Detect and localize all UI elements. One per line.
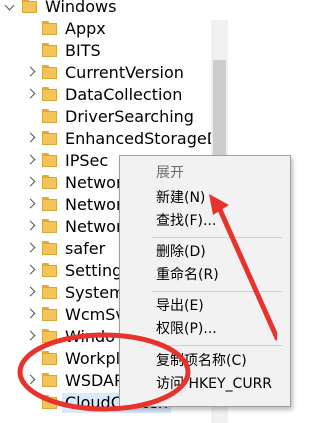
chevron-right-icon[interactable] [25, 264, 36, 275]
menu-item-new[interactable]: 新建(N) [120, 187, 290, 209]
tree-item-label: DriverSearching [65, 107, 194, 126]
folder-icon [42, 307, 58, 322]
tree-item-label: Networ [65, 217, 123, 236]
tree-item[interactable]: BITS [0, 40, 277, 62]
folder-icon [42, 153, 58, 168]
tree-item-label: WcmSv [65, 305, 125, 324]
tree-item-label: EnhancedStorageDe [65, 129, 229, 148]
tree-item[interactable]: EnhancedStorageDe [0, 128, 277, 150]
tree-item[interactable]: DataCollection [0, 84, 277, 106]
tree-item[interactable]: DriverSearching [0, 106, 277, 128]
chevron-right-icon[interactable] [25, 132, 36, 143]
tree-item-label: safer [65, 239, 106, 258]
tree-item-label: System [65, 283, 125, 302]
folder-icon [42, 43, 58, 58]
folder-icon [42, 373, 58, 388]
tree-item-label: Setting [65, 261, 123, 280]
chevron-right-icon[interactable] [25, 220, 36, 231]
tree-item-label: Windo [65, 327, 115, 346]
tree-item-label: IPSec [65, 151, 109, 170]
chevron-right-icon[interactable] [25, 308, 36, 319]
tree-item[interactable]: CurrentVersion [0, 62, 277, 84]
chevron-right-icon[interactable] [25, 374, 36, 385]
chevron-right-icon[interactable] [25, 198, 36, 209]
scrollbar-thumb[interactable] [213, 60, 226, 170]
folder-icon [42, 219, 58, 234]
folder-icon [42, 263, 58, 278]
folder-icon [42, 131, 58, 146]
menu-item-copy-key-name[interactable]: 复制项名称(C) [120, 350, 290, 372]
menu-item-export[interactable]: 导出(E) [120, 295, 290, 317]
tree-item-label: Windows [45, 0, 117, 16]
chevron-right-icon[interactable] [25, 176, 36, 187]
chevron-down-icon[interactable] [4, 0, 15, 11]
menu-separator [152, 345, 282, 346]
folder-icon [42, 285, 58, 300]
tree-item-label: Appx [65, 19, 106, 38]
chevron-right-icon[interactable] [25, 242, 36, 253]
folder-icon [42, 109, 58, 124]
chevron-right-icon[interactable] [25, 330, 36, 341]
tree-item-root[interactable]: Windows [0, 0, 277, 18]
tree-item-label: CurrentVersion [65, 63, 184, 82]
menu-item-rename[interactable]: 重命名(R) [120, 264, 290, 286]
menu-separator [152, 237, 282, 238]
folder-icon [42, 87, 58, 102]
folder-icon [42, 197, 58, 212]
folder-icon [22, 0, 38, 14]
chevron-right-icon[interactable] [25, 154, 36, 165]
tree-item-label: Networ [65, 173, 123, 192]
tree-item-label: DataCollection [65, 85, 183, 104]
menu-item-find[interactable]: 查找(F)... [120, 210, 290, 232]
folder-icon [42, 351, 58, 366]
chevron-right-icon[interactable] [25, 286, 36, 297]
menu-item-visit[interactable]: 访问 HKEY_CURR [120, 373, 290, 395]
menu-item-expand[interactable]: 展开 [120, 162, 290, 184]
tree-item-label: Networ [65, 195, 123, 214]
menu-item-permissions[interactable]: 权限(P)... [120, 318, 290, 340]
tree-item-label: WSDAP [65, 371, 124, 390]
context-menu: 展开 新建(N) 查找(F)... 删除(D) 重命名(R) 导出(E) 权限(… [119, 155, 291, 407]
folder-icon [42, 65, 58, 80]
menu-separator [152, 291, 282, 292]
folder-icon [42, 175, 58, 190]
folder-icon [42, 21, 58, 36]
folder-icon [42, 241, 58, 256]
tree-item-label: Workpl [65, 349, 121, 368]
folder-icon [42, 395, 58, 410]
chevron-right-icon[interactable] [25, 88, 36, 99]
tree-item[interactable]: Appx [0, 18, 277, 40]
chevron-right-icon[interactable] [25, 66, 36, 77]
menu-item-delete[interactable]: 删除(D) [120, 241, 290, 263]
folder-icon [42, 329, 58, 344]
tree-item-label: BITS [65, 41, 101, 60]
